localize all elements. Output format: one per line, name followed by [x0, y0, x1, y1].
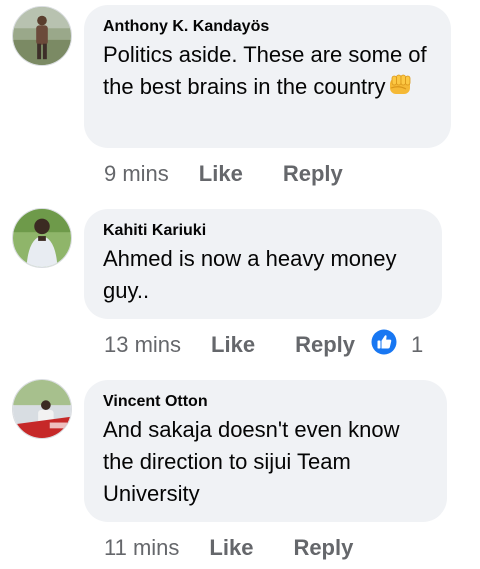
like-button[interactable]: Like — [209, 535, 253, 561]
reaction-summary[interactable]: 1 — [371, 329, 423, 361]
reaction-count: 1 — [411, 332, 424, 357]
reply-button[interactable]: Reply — [293, 535, 353, 561]
comment-meta: 13 mins Like Reply 1 — [104, 329, 423, 361]
reply-button[interactable]: Reply — [283, 161, 343, 187]
comment-timestamp[interactable]: 13 mins — [104, 332, 181, 358]
comment-text: And sakaja doesn't even know the directi… — [103, 417, 400, 506]
comment-item: Vincent Otton And sakaja doesn't even kn… — [0, 375, 480, 569]
comment-bubble: Anthony K. Kandayös Politics aside. Thes… — [84, 5, 451, 148]
comment-author[interactable]: Vincent Otton — [103, 392, 429, 412]
comment-item: Kahiti Kariuki Ahmed is now a heavy mone… — [0, 200, 480, 375]
comment-bubble: Vincent Otton And sakaja doesn't even kn… — [84, 380, 447, 522]
comment-item: Anthony K. Kandayös Politics aside. Thes… — [0, 0, 480, 200]
like-button[interactable]: Like — [199, 161, 243, 187]
reply-button[interactable]: Reply — [295, 332, 355, 358]
like-button[interactable]: Like — [211, 332, 255, 358]
comment-text: Politics aside. These are some of the be… — [103, 39, 433, 106]
avatar[interactable] — [12, 6, 72, 66]
avatar[interactable] — [12, 379, 72, 439]
comment-timestamp[interactable]: 9 mins — [104, 161, 169, 187]
comment-author[interactable]: Kahiti Kariuki — [103, 221, 424, 241]
comment-timestamp[interactable]: 11 mins — [104, 535, 179, 561]
comment-text: Ahmed is now a heavy money guy.. — [103, 246, 397, 303]
thumbs-up-icon — [371, 329, 397, 361]
oncoming-fist-icon — [387, 73, 415, 106]
avatar[interactable] — [12, 208, 72, 268]
comment-meta: 9 mins Like Reply — [104, 159, 343, 189]
comment-meta: 11 mins Like Reply — [104, 533, 353, 563]
comment-bubble: Kahiti Kariuki Ahmed is now a heavy mone… — [84, 209, 442, 319]
comment-author[interactable]: Anthony K. Kandayös — [103, 17, 433, 37]
